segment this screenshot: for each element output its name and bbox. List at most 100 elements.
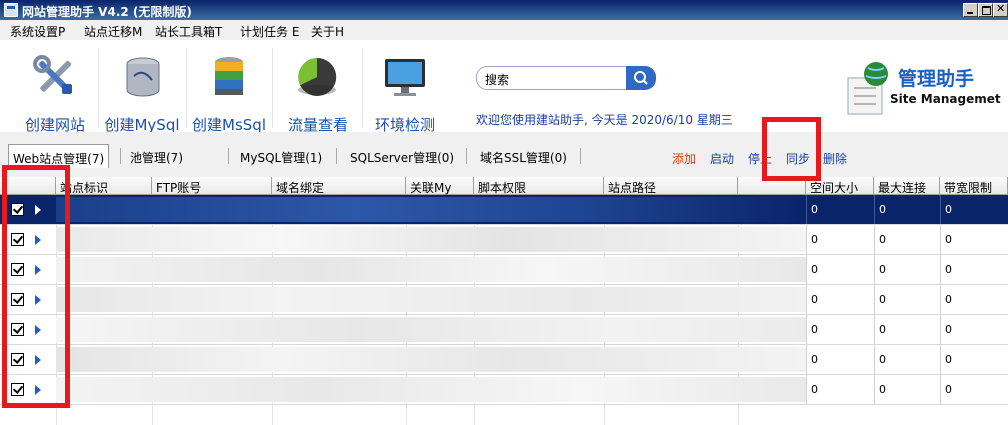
add-site-action[interactable]: 添加 xyxy=(672,150,696,167)
redacted-row-data xyxy=(56,197,806,222)
column-header-related-mysql[interactable]: 关联My xyxy=(406,177,474,195)
maximize-button[interactable] xyxy=(978,3,993,17)
redacted-row-data xyxy=(56,257,806,282)
mssql-database-icon xyxy=(215,57,243,95)
menu-webmaster-tools[interactable]: 站长工具箱T xyxy=(155,23,222,40)
row-checkbox[interactable] xyxy=(11,323,24,336)
tab-pools[interactable]: 池管理(7) xyxy=(130,146,183,166)
column-header-select[interactable] xyxy=(0,177,56,195)
tab-sqlserver[interactable]: SQLServer管理(0) xyxy=(350,146,454,166)
row-checkbox[interactable] xyxy=(11,383,24,396)
cell-disk-space: 0 xyxy=(806,285,874,314)
tab-domain-ssl[interactable]: 域名SSL管理(0) xyxy=(480,146,567,166)
search-input-text: 搜索 xyxy=(485,73,510,87)
cell-max-connections: 0 xyxy=(874,285,940,314)
menu-site-migration[interactable]: 站点迁移M xyxy=(84,23,142,40)
tab-separator xyxy=(580,148,581,164)
monitor-icon xyxy=(385,59,425,96)
redacted-row-data xyxy=(56,347,806,372)
tools-icon xyxy=(33,55,72,94)
tab-separator xyxy=(466,148,467,164)
row-pointer-icon xyxy=(35,265,41,275)
redacted-row-data xyxy=(56,377,806,402)
stop-site-action[interactable]: 停止 xyxy=(748,150,772,167)
column-header-site-path[interactable]: 站点路径 xyxy=(604,177,738,195)
row-pointer-icon xyxy=(35,295,41,305)
welcome-message: 欢迎您使用建站助手, 今天是 2020/6/10 星期三 xyxy=(476,113,733,127)
app-icon xyxy=(4,3,18,17)
table-row[interactable]: 0 0 0 xyxy=(0,225,1008,255)
tab-web-sites[interactable]: Web站点管理(7) xyxy=(8,144,110,168)
column-header-disk-space[interactable]: 空间大小 xyxy=(806,177,874,195)
column-header-max-connections[interactable]: 最大连接 xyxy=(874,177,940,195)
cell-bandwidth-limit: 0 xyxy=(940,255,1008,284)
table-row[interactable]: 0 0 0 xyxy=(0,315,1008,345)
table-row[interactable]: 0 0 0 xyxy=(0,255,1008,285)
menu-system-settings[interactable]: 系统设置P xyxy=(10,23,65,40)
cell-bandwidth-limit: 0 xyxy=(940,225,1008,254)
row-pointer-icon xyxy=(35,235,41,245)
brand-logo: 管理助手 Site Managemet xyxy=(844,60,1004,124)
cell-max-connections: 0 xyxy=(874,195,940,224)
minimize-button[interactable] xyxy=(963,3,978,17)
row-checkbox[interactable] xyxy=(11,233,24,246)
menu-scheduled-tasks[interactable]: 计划任务 E xyxy=(240,23,299,40)
cell-bandwidth-limit: 0 xyxy=(940,375,1008,404)
toolbar-separator xyxy=(272,48,273,128)
toolbar-separator xyxy=(98,48,99,128)
table-row[interactable]: 0 0 0 xyxy=(0,285,1008,315)
redacted-row-data xyxy=(56,227,806,252)
row-pointer-icon xyxy=(35,355,41,365)
cell-bandwidth-limit: 0 xyxy=(940,195,1008,224)
column-header-domain-binding[interactable]: 域名绑定 xyxy=(272,177,406,195)
cell-disk-space: 0 xyxy=(806,195,874,224)
search-input[interactable]: 搜索 xyxy=(476,66,630,90)
traffic-chart-icon xyxy=(298,57,337,96)
menu-bar: 系统设置P 站点迁移M 站长工具箱T 计划任务 E 关于H xyxy=(0,20,1008,40)
sync-site-action[interactable]: 同步 xyxy=(786,150,810,167)
column-header-site-id[interactable]: 站点标识 xyxy=(56,177,152,195)
cell-bandwidth-limit: 0 xyxy=(940,315,1008,344)
search-icon xyxy=(634,71,648,85)
table-row[interactable]: 0 0 0 xyxy=(0,345,1008,375)
column-header-ftp-account[interactable]: FTP账号 xyxy=(152,177,272,195)
view-traffic-button[interactable]: 流量查看 xyxy=(280,48,356,134)
column-header-bandwidth-limit[interactable]: 带宽限制 xyxy=(940,177,1008,195)
column-header-script-permission[interactable]: 脚本权限 xyxy=(474,177,604,195)
cell-max-connections: 0 xyxy=(874,345,940,374)
cell-max-connections: 0 xyxy=(874,375,940,404)
row-checkbox[interactable] xyxy=(11,263,24,276)
create-mssql-button[interactable]: 创建MsSql xyxy=(192,48,266,134)
toolbar-separator xyxy=(186,48,187,128)
cell-disk-space: 0 xyxy=(806,345,874,374)
create-site-button[interactable]: 创建网站 xyxy=(18,48,92,134)
toolbar: 创建网站 创建MySql 创建MsSql 流量查看 环境检测 搜索 欢迎您使用建… xyxy=(0,40,1008,134)
search-button[interactable] xyxy=(626,66,656,90)
redacted-row-data xyxy=(56,287,806,312)
row-checkbox[interactable] xyxy=(11,353,24,366)
table-header: 站点标识 FTP账号 域名绑定 关联My 脚本权限 站点路径 空间大小 最大连接… xyxy=(0,177,1008,195)
tab-mysql[interactable]: MySQL管理(1) xyxy=(240,146,322,166)
menu-about[interactable]: 关于H xyxy=(311,23,344,40)
brand-subtitle: Site Managemet xyxy=(890,92,1001,106)
close-button[interactable]: ✕ xyxy=(993,2,1008,17)
window-title: 网站管理助手 V4.2 (无限制版) xyxy=(22,5,192,19)
search-box[interactable]: 搜索 xyxy=(476,66,656,90)
row-pointer-icon xyxy=(35,385,41,395)
table-row[interactable]: 0 0 0 xyxy=(0,375,1008,405)
cell-disk-space: 0 xyxy=(806,225,874,254)
cell-max-connections: 0 xyxy=(874,315,940,344)
environment-check-button[interactable]: 环境检测 xyxy=(368,48,442,134)
delete-site-action[interactable]: 删除 xyxy=(823,150,847,167)
title-bar: 网站管理助手 V4.2 (无限制版) ✕ xyxy=(0,0,1008,20)
cell-disk-space: 0 xyxy=(806,315,874,344)
start-site-action[interactable]: 启动 xyxy=(710,150,734,167)
row-checkbox[interactable] xyxy=(11,293,24,306)
column-header-status[interactable] xyxy=(738,177,806,195)
cell-disk-space: 0 xyxy=(806,375,874,404)
row-checkbox[interactable] xyxy=(11,203,24,216)
tab-bar: Web站点管理(7) 池管理(7) MySQL管理(1) SQLServer管理… xyxy=(0,132,1008,178)
table-row[interactable]: 0 0 0 xyxy=(0,195,1008,225)
create-mysql-button[interactable]: 创建MySql xyxy=(104,48,180,134)
cell-disk-space: 0 xyxy=(806,255,874,284)
